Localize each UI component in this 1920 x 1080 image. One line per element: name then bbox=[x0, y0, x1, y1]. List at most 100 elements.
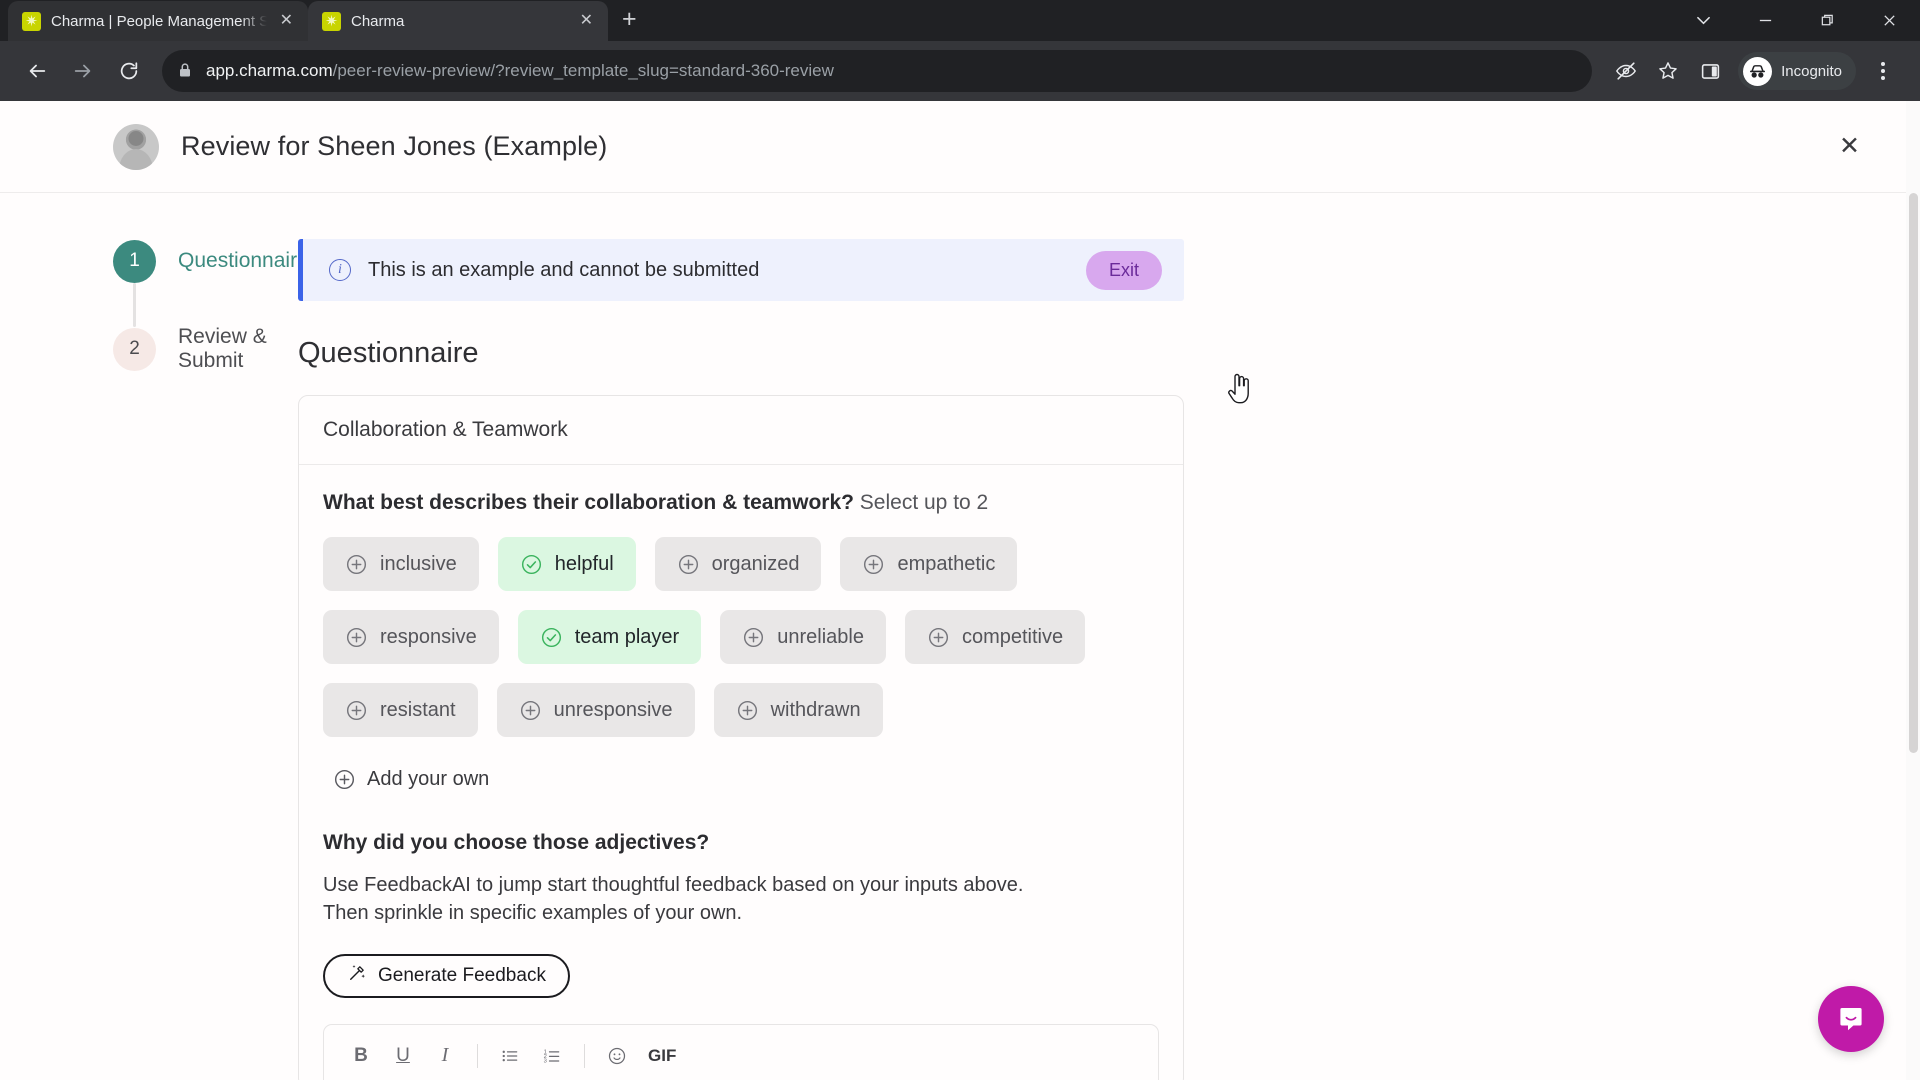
chip-label: team player bbox=[574, 625, 680, 648]
add-your-own-label: Add your own bbox=[367, 768, 490, 790]
generate-feedback-label: Generate Feedback bbox=[378, 964, 546, 986]
browser-toolbar: app.charma.com/peer-review-preview/?revi… bbox=[0, 41, 1920, 101]
tab-close-icon[interactable]: ✕ bbox=[277, 13, 296, 29]
gif-button[interactable]: GIF bbox=[640, 1046, 684, 1066]
adjective-chip-row: responsive team player unreliable compet… bbox=[323, 610, 1159, 664]
adjective-chip[interactable]: resistant bbox=[323, 683, 478, 737]
chip-label: empathetic bbox=[897, 552, 996, 575]
plus-circle-icon bbox=[927, 626, 950, 649]
adjective-chip[interactable]: empathetic bbox=[840, 537, 1018, 591]
reload-icon[interactable] bbox=[108, 50, 150, 92]
browser-tab-2[interactable]: ✷ Charma ✕ bbox=[308, 1, 608, 41]
side-panel-icon[interactable] bbox=[1690, 51, 1730, 91]
chat-bubble-icon bbox=[1840, 1008, 1862, 1031]
add-your-own-button[interactable]: Add your own bbox=[333, 768, 489, 791]
plus-circle-icon bbox=[862, 553, 885, 576]
incognito-icon bbox=[1743, 56, 1773, 86]
plus-circle-icon bbox=[333, 768, 356, 791]
profile-label: Incognito bbox=[1781, 62, 1842, 80]
adjective-chip[interactable]: withdrawn bbox=[713, 683, 883, 737]
address-bar[interactable]: app.charma.com/peer-review-preview/?revi… bbox=[162, 50, 1593, 92]
tab-title: Charma | People Management S bbox=[51, 12, 267, 30]
tab-search-icon[interactable] bbox=[1672, 0, 1734, 41]
editor-toolbar: B U I 123 GIF bbox=[324, 1025, 1158, 1080]
tab-strip: ✷ Charma | People Management S ✕ ✷ Charm… bbox=[0, 0, 1920, 41]
maximize-icon[interactable] bbox=[1796, 0, 1858, 41]
adjective-chip[interactable]: team player bbox=[517, 610, 702, 664]
chip-label: competitive bbox=[961, 625, 1064, 648]
stepper-item-review-submit[interactable]: 2 Review & Submit bbox=[113, 325, 298, 372]
example-alert-banner: i This is an example and cannot be submi… bbox=[298, 239, 1184, 301]
step-number: 2 bbox=[113, 327, 156, 371]
card-title: Collaboration & Teamwork bbox=[323, 418, 568, 441]
progress-stepper: 1 Questionnaire 2 Review & Submit bbox=[0, 239, 309, 1080]
page-header: Review for Sheen Jones (Example) ✕ bbox=[0, 101, 1920, 193]
adjective-chip[interactable]: unreliable bbox=[720, 610, 886, 664]
forward-icon[interactable] bbox=[62, 50, 104, 92]
chip-label: inclusive bbox=[380, 552, 457, 575]
back-icon[interactable] bbox=[16, 50, 58, 92]
scrollbar-thumb[interactable] bbox=[1909, 193, 1918, 753]
bold-icon[interactable]: B bbox=[342, 1039, 380, 1073]
browser-window: ✷ Charma | People Management S ✕ ✷ Charm… bbox=[0, 0, 1920, 1080]
toolbar-icons: Incognito bbox=[1606, 50, 1904, 92]
tab-close-icon[interactable]: ✕ bbox=[577, 13, 596, 29]
chip-label: helpful bbox=[554, 552, 614, 575]
bookmark-star-icon[interactable] bbox=[1648, 51, 1688, 91]
italic-icon[interactable]: I bbox=[426, 1039, 464, 1073]
adjective-chip[interactable]: competitive bbox=[904, 610, 1086, 664]
chip-label: withdrawn bbox=[770, 698, 861, 721]
generate-feedback-button[interactable]: Generate Feedback bbox=[323, 953, 570, 998]
minimize-icon[interactable] bbox=[1734, 0, 1796, 41]
magic-wand-icon bbox=[347, 963, 367, 989]
url-path: /peer-review-preview/?review_template_sl… bbox=[332, 61, 834, 80]
plus-circle-icon bbox=[742, 626, 765, 649]
check-circle-icon bbox=[520, 553, 543, 576]
adjective-chip[interactable]: organized bbox=[654, 537, 822, 591]
card-header: Collaboration & Teamwork bbox=[299, 396, 1183, 465]
step-number: 1 bbox=[113, 239, 156, 283]
toolbar-divider bbox=[477, 1043, 478, 1068]
chip-label: resistant bbox=[380, 698, 456, 721]
profile-incognito-button[interactable]: Incognito bbox=[1738, 52, 1856, 90]
close-review-icon[interactable]: ✕ bbox=[1831, 126, 1868, 167]
alert-message: This is an example and cannot be submitt… bbox=[368, 258, 760, 281]
plus-circle-icon bbox=[736, 699, 759, 722]
step-label: Review & Submit bbox=[178, 325, 267, 372]
stepper-item-questionnaire[interactable]: 1 Questionnaire bbox=[113, 239, 309, 283]
page-title: Review for Sheen Jones (Example) bbox=[181, 131, 608, 161]
chip-label: organized bbox=[711, 552, 800, 575]
adjective-chip[interactable]: unresponsive bbox=[496, 683, 695, 737]
new-tab-button[interactable]: + bbox=[622, 7, 637, 32]
emoji-icon[interactable] bbox=[598, 1039, 636, 1073]
underline-icon[interactable]: U bbox=[384, 1039, 422, 1073]
three-dot-menu-icon[interactable] bbox=[1862, 50, 1904, 92]
adjective-chip[interactable]: responsive bbox=[323, 610, 499, 664]
check-circle-icon bbox=[540, 626, 563, 649]
questionnaire-card: Collaboration & Teamwork What best descr… bbox=[298, 395, 1184, 1080]
adjective-chip-row: inclusive helpful organized empathetic bbox=[323, 537, 1159, 591]
plus-circle-icon bbox=[519, 699, 542, 722]
numbered-list-icon[interactable]: 123 bbox=[533, 1039, 571, 1073]
window-controls bbox=[1672, 0, 1920, 41]
bulleted-list-icon[interactable] bbox=[491, 1039, 529, 1073]
review-preview-page: Review for Sheen Jones (Example) ✕ 1 Que… bbox=[0, 101, 1920, 1080]
browser-tab-1[interactable]: ✷ Charma | People Management S ✕ bbox=[8, 1, 308, 41]
main-content: i This is an example and cannot be submi… bbox=[298, 239, 1184, 1080]
charma-star-icon: ✷ bbox=[322, 11, 341, 31]
plus-circle-icon bbox=[345, 626, 368, 649]
question-2-prompt: Why did you choose those adjectives? bbox=[323, 831, 710, 854]
intercom-messenger-button[interactable] bbox=[1818, 986, 1884, 1052]
adjective-chip[interactable]: helpful bbox=[497, 537, 636, 591]
exit-button[interactable]: Exit bbox=[1085, 250, 1162, 290]
rich-text-editor: B U I 123 GIF bbox=[323, 1023, 1159, 1080]
close-window-icon[interactable] bbox=[1858, 0, 1920, 41]
chip-label: unreliable bbox=[777, 625, 864, 648]
third-party-cookie-blocked-icon[interactable] bbox=[1606, 51, 1646, 91]
plus-circle-icon bbox=[345, 553, 368, 576]
page-viewport: Review for Sheen Jones (Example) ✕ 1 Que… bbox=[0, 101, 1920, 1080]
url-text: app.charma.com/peer-review-preview/?revi… bbox=[206, 61, 834, 81]
adjective-chip[interactable]: inclusive bbox=[323, 537, 479, 591]
question-1-prompt: What best describes their collaboration … bbox=[323, 491, 1159, 515]
page-scrollbar[interactable] bbox=[1906, 101, 1920, 1080]
